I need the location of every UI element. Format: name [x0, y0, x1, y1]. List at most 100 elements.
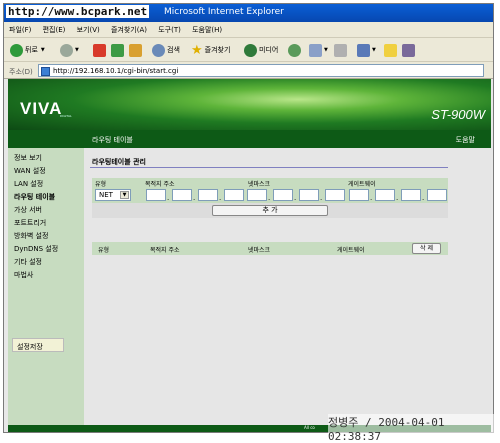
sidebar-item-dyndns[interactable]: DynDNS 설정 — [14, 244, 58, 254]
page-title: 라우팅 테이블 — [92, 136, 133, 144]
messenger-button[interactable] — [402, 42, 417, 58]
menu-view[interactable]: 보기(V) — [72, 22, 104, 35]
author-watermark: 정병주 / 2004-04-01 02:38:37 — [328, 414, 500, 443]
browser-window: http://www.bcpark.net Microsoft Internet… — [3, 3, 494, 433]
menu-edit[interactable]: 편집(E) — [38, 22, 70, 35]
menu-file[interactable]: 파일(F) — [4, 22, 35, 35]
site-watermark: http://www.bcpark.net — [6, 5, 150, 18]
favorites-button[interactable]: ★ 즐겨찾기 — [191, 42, 230, 58]
menu-bar: 파일(F) 편집(E) 보기(V) 즐겨찾기(A) 도구(T) 도움말(H) — [4, 22, 493, 38]
forward-arrow-icon — [60, 43, 73, 57]
menu-help[interactable]: 도움말(H) — [187, 22, 226, 35]
refresh-button[interactable] — [111, 42, 126, 58]
gateway-octet-1[interactable] — [349, 189, 369, 201]
print-icon — [334, 43, 347, 57]
router-banner: VIVA DIGITAL ST-900W — [8, 79, 491, 130]
type-select[interactable]: NET ▼ — [95, 189, 131, 201]
dest-octet-4[interactable] — [224, 189, 244, 201]
stop-icon — [93, 43, 106, 57]
add-row: 추 가 — [92, 203, 448, 218]
word-icon — [357, 43, 370, 57]
sidebar-item-misc[interactable]: 기타 설정 — [14, 257, 42, 267]
gateway-octet-3[interactable] — [401, 189, 421, 201]
dropdown-arrow-icon: ▼ — [40, 47, 45, 53]
dot-separator: . — [193, 194, 196, 202]
discuss-button[interactable] — [384, 42, 399, 58]
main-panel: 라우팅테이블 관리 유형 목적지 주소 넷마스크 게이트웨이 NET ▼ . .… — [84, 148, 491, 425]
history-button[interactable] — [288, 42, 303, 58]
refresh-icon — [111, 43, 124, 57]
home-icon — [129, 43, 142, 57]
dot-separator: . — [396, 194, 399, 202]
back-arrow-icon — [10, 43, 23, 57]
section-title: 라우팅테이블 관리 — [92, 158, 146, 166]
mail-button[interactable]: ▼ — [309, 42, 328, 58]
brand-logo-sub: DIGITAL — [60, 114, 72, 118]
dot-separator: . — [320, 194, 323, 202]
delete-route-button[interactable]: 삭 제 — [412, 243, 441, 254]
sidebar-item-port-trigger[interactable]: 포트트리거 — [14, 218, 46, 228]
mail-icon — [309, 43, 322, 57]
page-content: VIVA DIGITAL ST-900W 정보 보기 WAN 설정 LAN 설정… — [4, 79, 493, 432]
gateway-octet-2[interactable] — [375, 189, 395, 201]
dot-separator: . — [268, 194, 271, 202]
mask-octet-3[interactable] — [299, 189, 319, 201]
dest-octet-2[interactable] — [172, 189, 192, 201]
menu-favorites[interactable]: 즐겨찾기(A) — [106, 22, 151, 35]
star-icon: ★ — [191, 42, 203, 58]
save-settings-button[interactable]: 설정저장 — [12, 338, 64, 352]
media-button[interactable]: 미디어 — [244, 42, 278, 58]
sidebar-item-routing[interactable]: 라우팅 테이블 — [14, 192, 55, 202]
mask-octet-2[interactable] — [273, 189, 293, 201]
sidebar-item-virtual-server[interactable]: 가상 서버 — [14, 205, 42, 215]
sidebar-item-wan[interactable]: WAN 설정 — [14, 166, 46, 176]
page-icon — [41, 67, 50, 76]
address-label: 주소(D) — [9, 68, 33, 76]
edit-button[interactable]: ▼ — [357, 42, 376, 58]
list-col-type: 유형 — [98, 247, 110, 254]
address-input[interactable]: http://192.168.10.1/cgi-bin/start.cgi — [38, 64, 484, 77]
forward-button[interactable]: ▼ — [60, 42, 79, 58]
model-name: ST-900W — [431, 107, 485, 122]
dot-separator: . — [370, 194, 373, 202]
chevron-down-icon: ▼ — [120, 191, 129, 199]
back-button[interactable]: 뒤로 ▼ — [10, 42, 45, 58]
back-label: 뒤로 — [25, 46, 38, 54]
page-header: 라우팅 테이블 도움말 — [84, 130, 491, 148]
help-link[interactable]: 도움말 — [456, 135, 475, 145]
print-button[interactable] — [334, 42, 349, 58]
dot-separator: . — [294, 194, 297, 202]
address-bar: 주소(D) http://192.168.10.1/cgi-bin/start.… — [4, 62, 493, 79]
section-divider — [90, 167, 448, 168]
gateway-octet-4[interactable] — [427, 189, 447, 201]
list-col-gateway: 게이트웨이 — [337, 247, 365, 254]
stop-button[interactable] — [93, 42, 108, 58]
sidebar-item-lan[interactable]: LAN 설정 — [14, 179, 43, 189]
search-icon — [152, 43, 165, 57]
window-title: Microsoft Internet Explorer — [164, 7, 284, 17]
sidebar-item-firewall[interactable]: 방화벽 설정 — [14, 231, 48, 241]
type-select-value: NET — [99, 191, 113, 199]
dest-octet-3[interactable] — [198, 189, 218, 201]
media-icon — [244, 43, 257, 57]
favorites-label: 즐겨찾기 — [204, 46, 231, 54]
sidebar-item-status[interactable]: 정보 보기 — [14, 153, 42, 163]
title-bar: http://www.bcpark.net Microsoft Internet… — [4, 4, 493, 22]
history-icon — [288, 43, 301, 57]
sidebar-item-wizard[interactable]: 마법사 — [14, 270, 33, 280]
add-route-button[interactable]: 추 가 — [212, 205, 328, 216]
home-button[interactable] — [129, 42, 144, 58]
dot-separator: . — [167, 194, 170, 202]
address-url: http://192.168.10.1/cgi-bin/start.cgi — [53, 67, 179, 75]
sidebar-header — [8, 130, 84, 148]
dest-octet-1[interactable] — [146, 189, 166, 201]
routing-form-header: 유형 목적지 주소 넷마스크 게이트웨이 — [92, 178, 448, 188]
media-label: 미디어 — [259, 46, 279, 54]
mask-octet-1[interactable] — [247, 189, 267, 201]
search-button[interactable]: 검색 — [152, 42, 180, 58]
messenger-icon — [402, 43, 415, 57]
menu-tools[interactable]: 도구(T) — [153, 22, 185, 35]
dot-separator: . — [219, 194, 222, 202]
dropdown-arrow-icon: ▼ — [324, 47, 328, 53]
mask-octet-4[interactable] — [325, 189, 345, 201]
